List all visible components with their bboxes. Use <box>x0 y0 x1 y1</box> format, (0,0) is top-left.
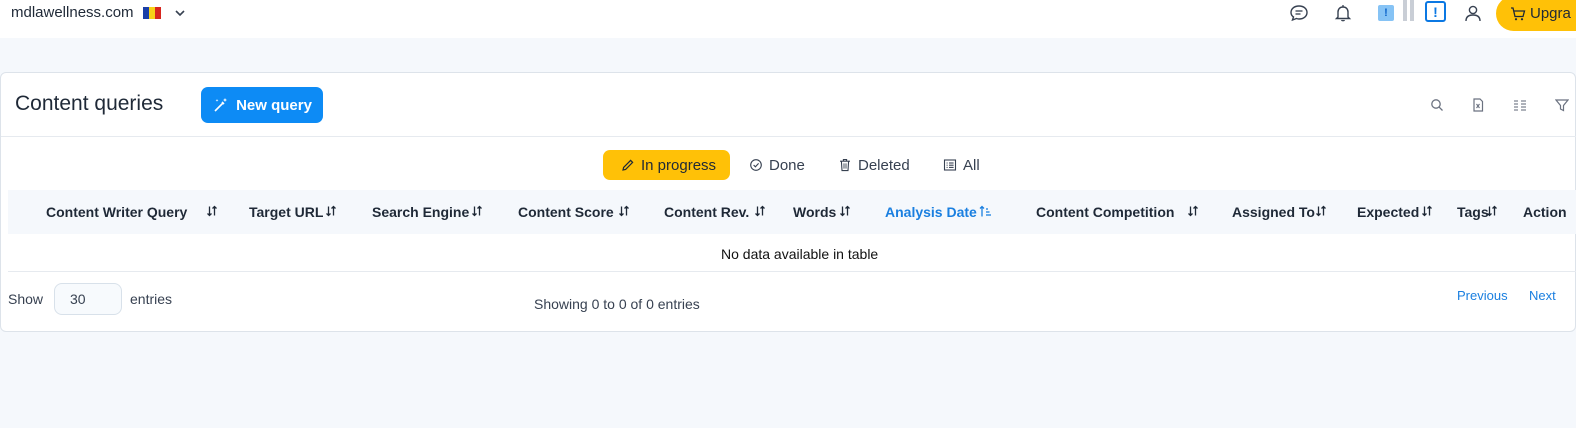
column-content-competition[interactable]: Content Competition <box>1036 190 1174 234</box>
upgrade-label: Upgra <box>1530 5 1571 22</box>
sort-icon[interactable] <box>617 204 631 218</box>
alert-icon[interactable]: ! <box>1425 1 1446 22</box>
list-icon <box>943 159 957 171</box>
sort-icon[interactable] <box>1186 204 1200 218</box>
tab-in-progress[interactable]: In progress <box>603 150 731 180</box>
sort-icon[interactable] <box>1420 204 1434 218</box>
trash-icon <box>840 159 850 172</box>
column-search-engine[interactable]: Search Engine <box>372 190 469 234</box>
column-target-url[interactable]: Target URL <box>249 190 323 234</box>
tab-label: All <box>963 156 980 174</box>
tab-label: Done <box>769 156 805 174</box>
column-content-rev[interactable]: Content Rev. <box>664 190 749 234</box>
column-content-score[interactable]: Content Score <box>518 190 614 234</box>
tab-all[interactable]: All <box>943 150 980 180</box>
card-header: Content queries New query <box>1 73 1576 137</box>
content-queries-card: Content queries New query In progress Do… <box>0 72 1576 332</box>
column-tags[interactable]: Tags <box>1457 190 1489 234</box>
bell-icon[interactable] <box>1332 2 1354 24</box>
sort-icon[interactable] <box>324 204 338 218</box>
tab-done[interactable]: Done <box>749 150 805 180</box>
column-analysis-date[interactable]: Analysis Date <box>885 190 977 234</box>
entries-per-page-input[interactable] <box>54 283 122 315</box>
table-footer: Show entries Showing 0 to 0 of 0 entries… <box>1 273 1576 329</box>
status-tabs: In progress Done Deleted All <box>1 150 1576 180</box>
show-label: Show <box>8 291 44 307</box>
pencil-icon <box>622 159 634 171</box>
table-row: No data available in table <box>8 234 1576 272</box>
new-query-label: New query <box>236 96 312 114</box>
chat-icon[interactable] <box>1288 2 1310 24</box>
empty-table-message: No data available in table <box>721 246 879 262</box>
sort-ascending-icon[interactable] <box>978 204 992 218</box>
search-icon[interactable] <box>1429 97 1445 113</box>
column-words[interactable]: Words <box>793 190 836 234</box>
tab-label: Deleted <box>858 156 910 174</box>
filter-icon[interactable] <box>1554 97 1570 113</box>
notification-badge-icon[interactable]: ! <box>1378 5 1394 21</box>
previous-page-link[interactable]: Previous <box>1457 288 1508 303</box>
column-assigned-to[interactable]: Assigned To <box>1232 190 1315 234</box>
sort-icon[interactable] <box>753 204 767 218</box>
column-content-writer-query[interactable]: Content Writer Query <box>46 190 187 234</box>
magic-wand-icon <box>214 98 228 112</box>
export-icon[interactable] <box>1470 97 1486 113</box>
top-actions: ! ! Upgra <box>0 0 1576 38</box>
cart-icon <box>1511 6 1526 20</box>
new-query-button[interactable]: New query <box>201 87 323 123</box>
top-bar: mdlawellness.com ! ! Upgra <box>0 0 1576 38</box>
column-expected[interactable]: Expected <box>1357 190 1419 234</box>
upgrade-button[interactable]: Upgra <box>1496 0 1576 31</box>
user-icon[interactable] <box>1462 2 1484 24</box>
sort-icon[interactable] <box>470 204 484 218</box>
table-header: Content Writer Query Target URL Search E… <box>8 190 1576 234</box>
sort-icon[interactable] <box>838 204 852 218</box>
page-title: Content queries <box>15 92 164 115</box>
check-circle-icon <box>750 159 762 171</box>
sort-icon[interactable] <box>1314 204 1328 218</box>
column-action: Action <box>1523 204 1567 220</box>
divider-bars <box>1403 0 1415 21</box>
columns-icon[interactable] <box>1512 97 1528 113</box>
sort-icon[interactable] <box>205 204 219 218</box>
sort-icon[interactable] <box>1485 204 1499 218</box>
tab-label: In progress <box>641 156 717 174</box>
tab-deleted[interactable]: Deleted <box>838 150 910 180</box>
next-page-link[interactable]: Next <box>1529 288 1556 303</box>
pagination-info: Showing 0 to 0 of 0 entries <box>534 296 700 312</box>
entries-label: entries <box>130 291 173 307</box>
